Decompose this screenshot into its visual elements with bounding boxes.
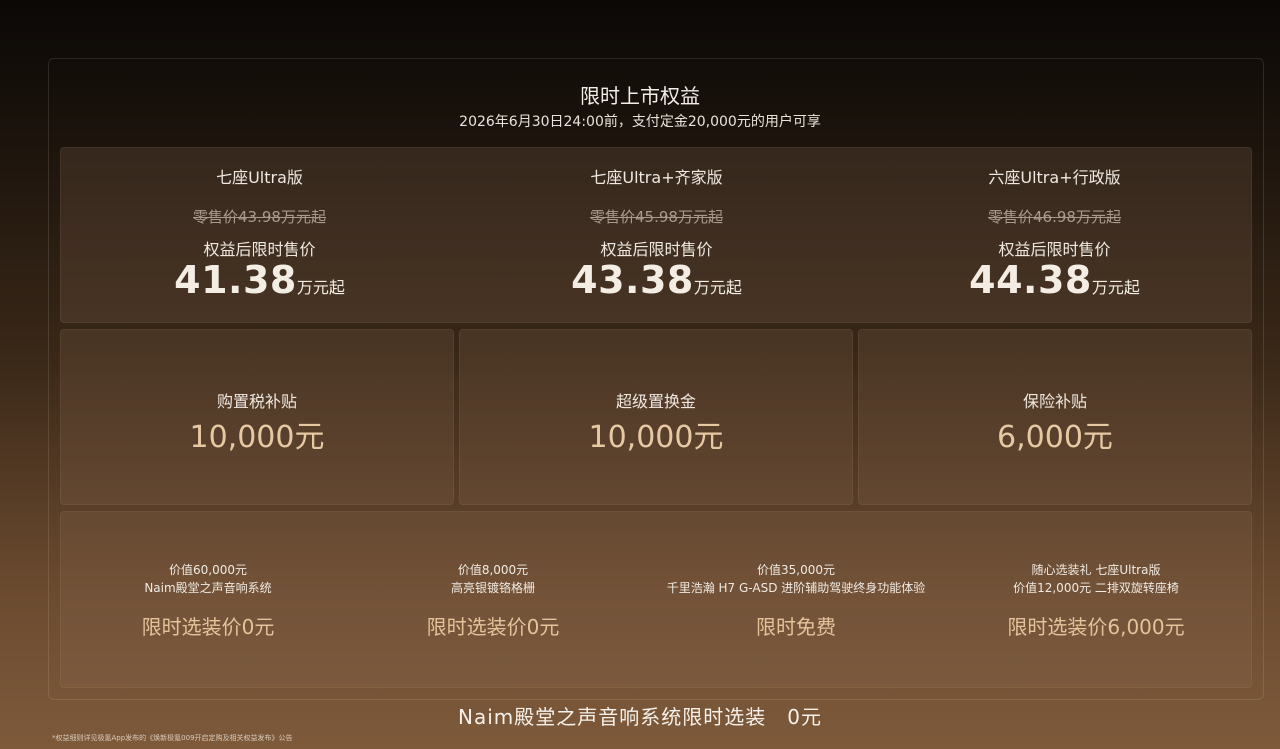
subsidy-card-trade-in: 超级置换金 10,000元 [459, 329, 853, 505]
gift-value: 随心选装礼 七座Ultra版 [1031, 563, 1161, 577]
price-card: 七座Ultra版 零售价43.98万元起 权益后限时售价 41.38万元起 七座… [60, 147, 1252, 323]
subsidy-amount: 10,000元 [189, 420, 325, 455]
gift-description: 千里浩瀚 H7 G-ASD 进阶辅助驾驶终身功能体验 [666, 581, 926, 595]
bottom-banner: Naim殿堂之声音响系统限时选装 0元 [458, 705, 822, 729]
promo-price-unit: 万元起 [296, 278, 345, 297]
subsidy-amount: 6,000元 [997, 420, 1113, 455]
gift-item-grille: 价值8,000元 高亮银镀铬格栅 限时选装价0元 [351, 512, 635, 689]
model-column-3: 六座Ultra+行政版 零售价46.98万元起 权益后限时售价 44.38万元起 [856, 148, 1253, 324]
gift-item-audio: 价值60,000元 Naim殿堂之声音响系统 限时选装价0元 [61, 512, 355, 689]
retail-price: 零售价43.98万元起 [193, 208, 326, 226]
promo-price: 41.38万元起 [61, 258, 458, 302]
gift-offer: 限时免费 [756, 615, 836, 639]
subsidy-name: 保险补贴 [1022, 392, 1087, 411]
model-column-1: 七座Ultra版 零售价43.98万元起 权益后限时售价 41.38万元起 [61, 148, 458, 324]
model-name: 七座Ultra+齐家版 [590, 168, 723, 187]
promo-price-number: 41.38 [174, 258, 297, 302]
gift-description: 高亮银镀铬格栅 [450, 581, 535, 595]
model-column-2: 七座Ultra+齐家版 零售价45.98万元起 权益后限时售价 43.38万元起 [458, 148, 855, 324]
subsidy-card-insurance: 保险补贴 6,000元 [858, 329, 1252, 505]
subsidy-card-purchase-tax: 购置税补贴 10,000元 [60, 329, 454, 505]
gift-item-seat: 随心选装礼 七座Ultra版 价值12,000元 二排双旋转座椅 限时选装价6,… [951, 512, 1241, 689]
gift-item-adas: 价值35,000元 千里浩瀚 H7 G-ASD 进阶辅助驾驶终身功能体验 限时免… [621, 512, 971, 689]
model-name: 七座Ultra版 [216, 168, 303, 187]
gifts-card: 价值60,000元 Naim殿堂之声音响系统 限时选装价0元 价值8,000元 … [60, 511, 1252, 688]
page-subtitle: 2026年6月30日24:00前，支付定金20,000元的用户可享 [459, 114, 821, 130]
footnote: *权益细则详见极氪App发布的《焕新极氪009开启定购及相关权益发布》公告 [52, 734, 293, 742]
page-title: 限时上市权益 [580, 84, 700, 108]
promo-price-number: 44.38 [969, 258, 1092, 302]
subsidy-amount: 10,000元 [588, 420, 724, 455]
promo-price: 44.38万元起 [856, 258, 1253, 302]
gift-value: 价值60,000元 [169, 563, 247, 577]
promo-price-unit: 万元起 [693, 278, 742, 297]
retail-price: 零售价46.98万元起 [988, 208, 1121, 226]
model-name: 六座Ultra+行政版 [988, 168, 1121, 187]
promo-label: 权益后限时售价 [203, 240, 316, 259]
gift-offer: 限时选装价0元 [426, 615, 560, 639]
retail-price: 零售价45.98万元起 [590, 208, 723, 226]
gift-description: 价值12,000元 二排双旋转座椅 [1013, 581, 1179, 595]
gift-offer: 限时选装价0元 [141, 615, 275, 639]
gift-offer: 限时选装价6,000元 [1007, 615, 1185, 639]
subsidy-name: 购置税补贴 [216, 392, 297, 411]
gift-value: 价值35,000元 [757, 563, 835, 577]
promo-price-number: 43.38 [571, 258, 694, 302]
promo-label: 权益后限时售价 [600, 240, 713, 259]
subsidy-name: 超级置换金 [615, 392, 696, 411]
gift-value: 价值8,000元 [457, 563, 529, 577]
gift-description: Naim殿堂之声音响系统 [144, 581, 272, 595]
promo-price-unit: 万元起 [1091, 278, 1140, 297]
promo-price: 43.38万元起 [458, 258, 855, 302]
promo-label: 权益后限时售价 [998, 240, 1111, 259]
